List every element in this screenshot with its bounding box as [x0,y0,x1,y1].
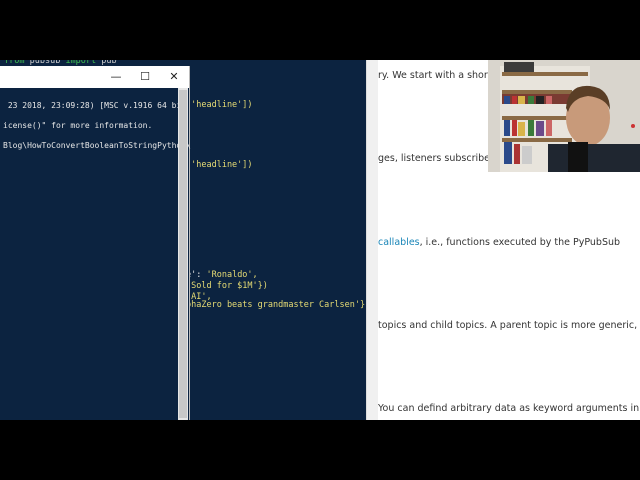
code-string: 'Sold for $1M'}) [186,281,268,291]
minimize-button[interactable]: — [108,69,124,85]
console-titlebar[interactable]: — ☐ ✕ [0,66,189,88]
article-text-2: ges, listeners subscribe to [378,153,503,164]
webcam-video-icon [488,60,640,172]
console-line-1: 23 2018, 23:09:28) [MSC v.1916 64 bit [3,101,187,110]
console-line-3: Blog\HowToConvertBooleanToStringPython\ [3,141,191,150]
article-text-1: ry. We start with a short d [378,70,501,81]
code-line-2: ['headline']) [186,160,253,170]
code-line-3: e': 'Ronaldo', [186,270,258,280]
scrollbar-thumb[interactable] [179,90,187,418]
screen: { "editor": { "top_line_kw1": "from", "t… [0,0,640,480]
code-line-6: phaZero beats grandmaster Carlsen'}) [186,300,370,310]
code-line-1: ['headline']) [186,100,253,110]
console-window[interactable]: — ☐ ✕ 23 2018, 23:09:28) [MSC v.1916 64 … [0,66,191,420]
maximize-button[interactable]: ☐ [137,69,153,85]
console-scrollbar[interactable] [178,88,188,420]
code-string: phaZero beats grandmaster Carlsen'}) [186,300,371,310]
code-string: ['headline']) [186,100,253,110]
desktop-frame: from pubsub import pub ['headline']) ['h… [0,60,640,420]
article-text-5: You can defind arbitrary data as keyword… [378,403,640,414]
code-line-4: 'Sold for $1M'}) [186,281,268,291]
article-text-3: callables, i.e., functions executed by t… [378,237,620,248]
code-string: ['headline']) [186,160,253,170]
article-text-3-rest: , i.e., functions executed by the PyPubS… [419,237,621,248]
callables-link[interactable]: callables [378,237,420,248]
webcam-overlay [488,60,640,172]
console-line-2: icense()" for more information. [3,121,153,130]
code-string: 'Ronaldo', [206,270,258,280]
article-text-4: topics and child topics. A parent topic … [378,320,640,331]
close-button[interactable]: ✕ [166,69,182,85]
